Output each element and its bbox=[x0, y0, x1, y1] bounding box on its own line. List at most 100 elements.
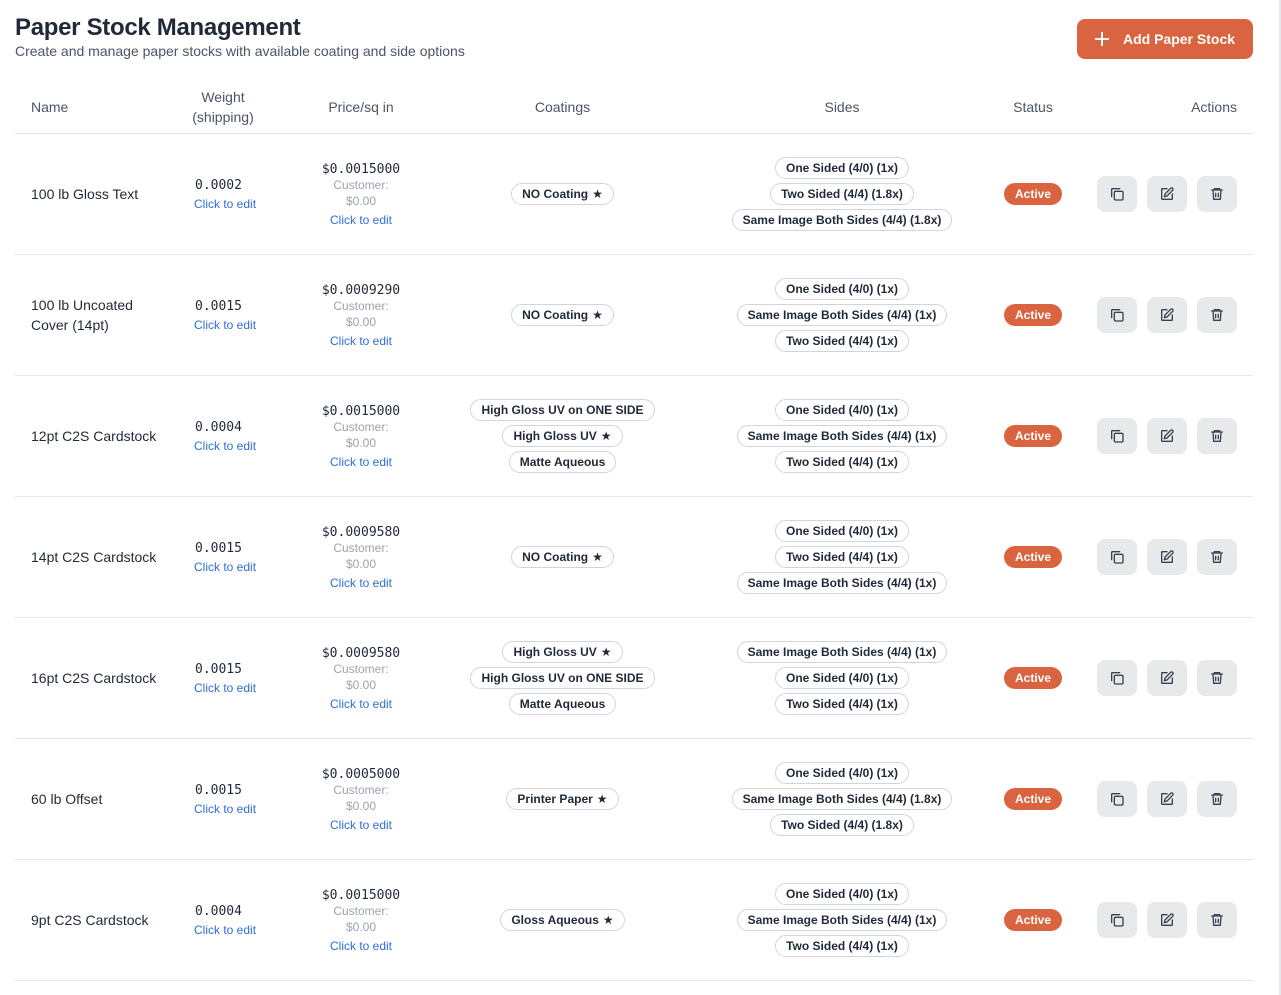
coatings-cell: Printer Paper ★ bbox=[435, 739, 690, 859]
column-header-actions: Actions bbox=[1191, 99, 1237, 115]
table-row: 60 lb Offset 0.0015 Click to edit $0.000500… bbox=[15, 739, 1253, 860]
stock-name: 60 lb Offset bbox=[31, 791, 103, 807]
price-edit-link[interactable]: Click to edit bbox=[330, 213, 392, 227]
customer-label: Customer: bbox=[333, 540, 389, 555]
coating-badge: High Gloss UV ★ bbox=[502, 425, 623, 447]
weight-edit-link[interactable]: Click to edit bbox=[194, 681, 256, 695]
side-badge: Two Sided (4/4) (1x) bbox=[775, 330, 909, 352]
weight-cell: 0.0015 Click to edit bbox=[187, 618, 287, 738]
duplicate-button[interactable] bbox=[1097, 418, 1137, 454]
trash-icon bbox=[1209, 186, 1225, 202]
side-badge: Two Sided (4/4) (1x) bbox=[775, 451, 909, 473]
coating-label: High Gloss UV on ONE SIDE bbox=[481, 403, 644, 417]
status-cell: Active bbox=[993, 860, 1073, 980]
coating-label: Printer Paper bbox=[517, 792, 593, 806]
status-cell: Active bbox=[993, 618, 1073, 738]
price-edit-link[interactable]: Click to edit bbox=[330, 697, 392, 711]
coating-badge: Matte Aqueous bbox=[508, 693, 617, 715]
price-edit-link[interactable]: Click to edit bbox=[330, 818, 392, 832]
delete-button[interactable] bbox=[1197, 539, 1237, 575]
coatings-cell: Gloss Aqueous ★ bbox=[435, 860, 690, 980]
coating-label: NO Coating bbox=[522, 550, 589, 564]
duplicate-button[interactable] bbox=[1097, 781, 1137, 817]
actions-cell bbox=[1095, 618, 1237, 738]
delete-button[interactable] bbox=[1197, 418, 1237, 454]
weight-edit-link[interactable]: Click to edit bbox=[194, 560, 256, 574]
delete-button[interactable] bbox=[1197, 781, 1237, 817]
coating-label: Gloss Aqueous bbox=[511, 913, 599, 927]
table-row: 100 lb Gloss Text 0.0002 Click to edit $0.0… bbox=[15, 134, 1253, 255]
sides-cell: Same Image Both Sides (4/4) (1x) One Side… bbox=[705, 618, 979, 738]
weight-edit-link[interactable]: Click to edit bbox=[194, 923, 256, 937]
price-edit-link[interactable]: Click to edit bbox=[330, 939, 392, 953]
side-badge: One Sided (4/0) (1x) bbox=[774, 278, 910, 300]
coating-badge: NO Coating ★ bbox=[511, 304, 614, 326]
column-header-status: Status bbox=[1013, 99, 1053, 115]
delete-button[interactable] bbox=[1197, 297, 1237, 333]
price-value: $0.0005000 bbox=[321, 766, 401, 782]
edit-button[interactable] bbox=[1147, 902, 1187, 938]
actions-cell bbox=[1095, 739, 1237, 859]
side-badge: Two Sided (4/4) (1.8x) bbox=[770, 814, 914, 836]
weight-value: 0.0015 bbox=[195, 661, 242, 677]
column-header-weight: Weight (shipping) bbox=[180, 80, 266, 134]
price-edit-link[interactable]: Click to edit bbox=[330, 455, 392, 469]
duplicate-button[interactable] bbox=[1097, 539, 1137, 575]
status-cell: Active bbox=[993, 497, 1073, 617]
edit-button[interactable] bbox=[1147, 418, 1187, 454]
duplicate-button[interactable] bbox=[1097, 297, 1137, 333]
weight-value: 0.0015 bbox=[195, 782, 242, 798]
side-badge: Same Image Both Sides (4/4) (1x) bbox=[736, 572, 948, 594]
add-paper-stock-button[interactable]: Add Paper Stock bbox=[1077, 19, 1253, 59]
price-edit-link[interactable]: Click to edit bbox=[330, 334, 392, 348]
edit-button[interactable] bbox=[1147, 660, 1187, 696]
star-icon: ★ bbox=[592, 187, 603, 201]
side-badge: Two Sided (4/4) (1.8x) bbox=[770, 183, 914, 205]
duplicate-button[interactable] bbox=[1097, 902, 1137, 938]
delete-button[interactable] bbox=[1197, 902, 1237, 938]
weight-value: 0.0004 bbox=[195, 419, 242, 435]
weight-cell: 0.0015 Click to edit bbox=[187, 497, 287, 617]
edit-button[interactable] bbox=[1147, 781, 1187, 817]
coating-badge: High Gloss UV ★ bbox=[502, 641, 623, 663]
price-value: $0.0009290 bbox=[321, 282, 401, 298]
coating-badge: Gloss Aqueous ★ bbox=[500, 909, 625, 931]
table-body: 100 lb Gloss Text 0.0002 Click to edit $0.0… bbox=[15, 134, 1253, 981]
duplicate-button[interactable] bbox=[1097, 660, 1137, 696]
stock-name: 14pt C2S Cardstock bbox=[31, 549, 157, 565]
trash-icon bbox=[1209, 670, 1225, 686]
customer-price: $0.00 bbox=[345, 677, 377, 692]
column-header-coatings: Coatings bbox=[534, 99, 591, 115]
table-row: 14pt C2S Cardstock 0.0015 Click to edit $0.… bbox=[15, 497, 1253, 618]
price-value: $0.0015000 bbox=[321, 887, 401, 903]
coatings-cell: High Gloss UV ★ High Gloss UV on ONE SIDE M… bbox=[435, 618, 690, 738]
plus-icon bbox=[1094, 32, 1109, 46]
star-icon: ★ bbox=[602, 913, 614, 927]
column-header-sides: Sides bbox=[824, 99, 860, 115]
coating-label: NO Coating bbox=[522, 187, 589, 201]
status-badge: Active bbox=[1003, 546, 1063, 568]
column-header-weight-line1: Weight bbox=[201, 89, 245, 105]
status-badge: Active bbox=[1003, 909, 1063, 931]
trash-icon bbox=[1209, 912, 1225, 928]
side-badge: One Sided (4/0) (1x) bbox=[774, 157, 910, 179]
edit-button[interactable] bbox=[1147, 539, 1187, 575]
weight-edit-link[interactable]: Click to edit bbox=[194, 439, 256, 453]
delete-button[interactable] bbox=[1197, 176, 1237, 212]
edit-button[interactable] bbox=[1147, 297, 1187, 333]
side-badge: Same Image Both Sides (4/4) (1x) bbox=[736, 641, 948, 663]
duplicate-button[interactable] bbox=[1097, 176, 1137, 212]
coating-label: High Gloss UV on ONE SIDE bbox=[481, 671, 644, 685]
customer-price: $0.00 bbox=[345, 798, 377, 813]
weight-edit-link[interactable]: Click to edit bbox=[194, 318, 256, 332]
side-badge: Two Sided (4/4) (1x) bbox=[775, 546, 909, 568]
edit-button[interactable] bbox=[1147, 176, 1187, 212]
star-icon: ★ bbox=[600, 429, 612, 443]
weight-edit-link[interactable]: Click to edit bbox=[194, 802, 256, 816]
price-edit-link[interactable]: Click to edit bbox=[330, 576, 392, 590]
weight-cell: 0.0004 Click to edit bbox=[187, 376, 287, 496]
price-value: $0.0009580 bbox=[321, 645, 401, 661]
weight-edit-link[interactable]: Click to edit bbox=[194, 197, 256, 211]
delete-button[interactable] bbox=[1197, 660, 1237, 696]
customer-price: $0.00 bbox=[345, 435, 377, 450]
